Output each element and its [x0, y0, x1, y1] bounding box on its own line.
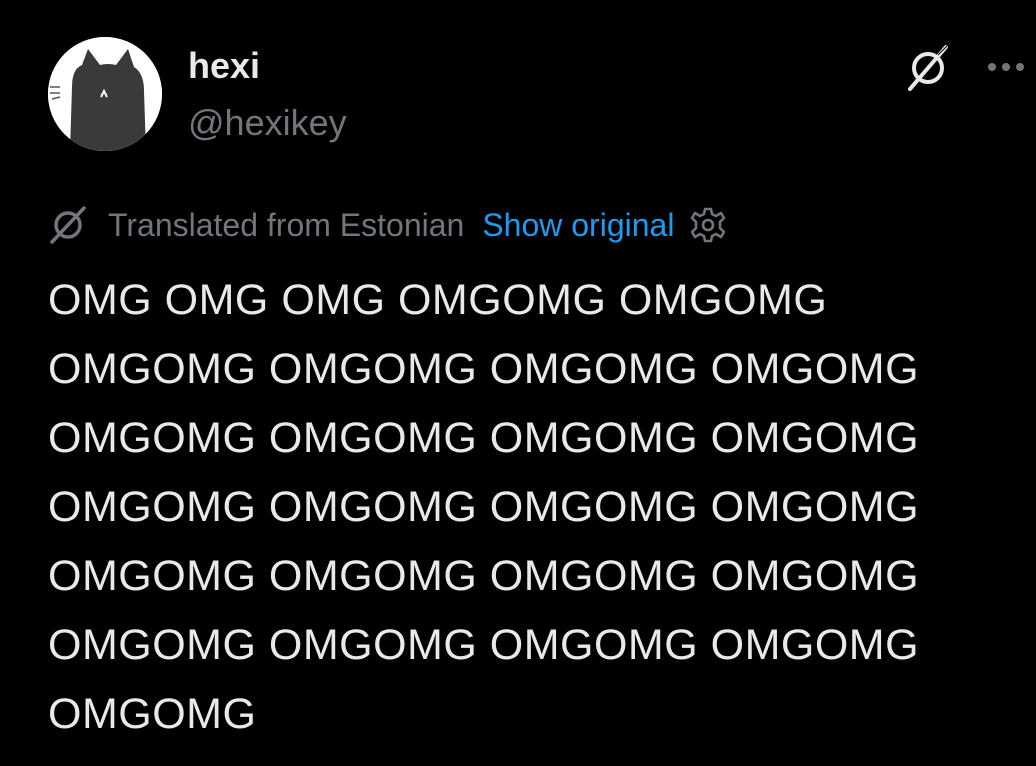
- author-display-name[interactable]: hexi: [188, 44, 260, 88]
- show-original-link[interactable]: Show original: [482, 207, 674, 244]
- tweet-text-line: OMGOMG OMGOMG OMGOMG OMGOMG: [48, 414, 920, 462]
- translation-settings-button[interactable]: [688, 205, 728, 245]
- tweet-text: OMG OMG OMG OMGOMG OMGOMG OMGOMG OMGOMG …: [48, 266, 1008, 749]
- tweet-text-line: OMGOMG OMGOMG OMGOMG OMGOMG: [48, 345, 920, 393]
- more-options-icon: [988, 63, 1024, 71]
- translation-bar: Translated from Estonian Show original: [48, 202, 728, 248]
- tweet: hexi @hexikey Translated from Estonian S…: [0, 0, 1036, 766]
- more-options-button[interactable]: [980, 52, 1032, 82]
- tweet-text-line: OMGOMG OMGOMG OMGOMG OMGOMG: [48, 552, 920, 600]
- grok-button[interactable]: [898, 40, 958, 96]
- translated-from-label: Translated from Estonian: [108, 206, 465, 243]
- tweet-text-line: OMGOMG: [48, 690, 257, 738]
- black-cat-avatar-icon: [48, 37, 162, 151]
- tweet-text-line: OMGOMG OMGOMG OMGOMG OMGOMG: [48, 483, 920, 531]
- author-handle[interactable]: @hexikey: [188, 101, 347, 145]
- tweet-text-line: OMGOMG OMGOMG OMGOMG OMGOMG: [48, 621, 920, 669]
- grok-icon: [908, 44, 949, 91]
- translate-icon: [48, 202, 96, 248]
- avatar[interactable]: [48, 37, 162, 151]
- tweet-text-line: OMG OMG OMG OMGOMG OMGOMG: [48, 276, 828, 324]
- gear-icon: [691, 207, 726, 243]
